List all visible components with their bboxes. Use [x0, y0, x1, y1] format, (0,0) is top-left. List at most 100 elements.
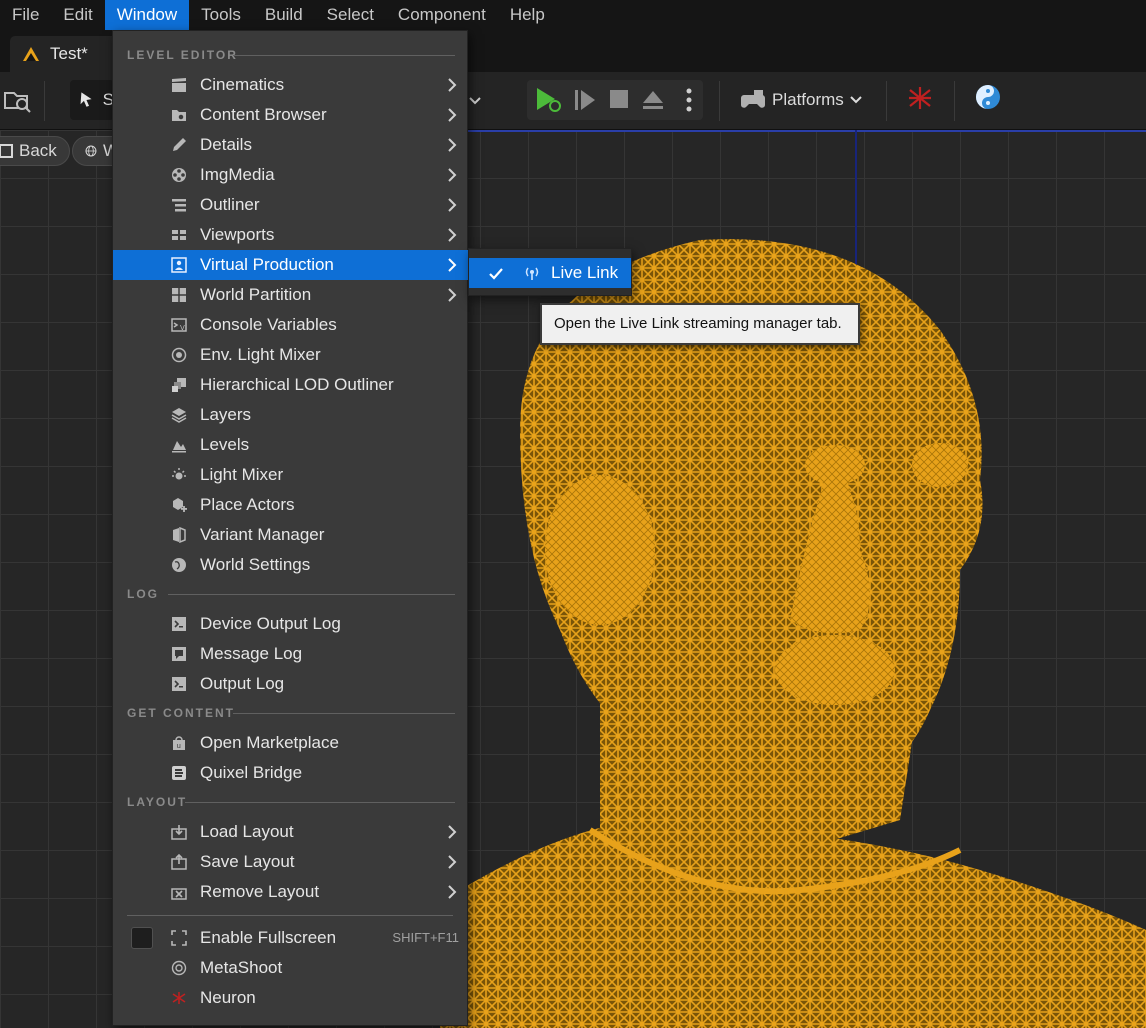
menu-item-message-log[interactable]: Message Log	[113, 639, 469, 669]
svg-text:V: V	[180, 324, 185, 332]
menu-item-light-mixer[interactable]: Light Mixer	[113, 460, 469, 490]
menu-item-device-output-log[interactable]: Device Output Log	[113, 609, 469, 639]
fullscreen-checkbox[interactable]	[131, 927, 153, 949]
mesh-mouth	[775, 635, 895, 705]
advance-frame-button[interactable]	[573, 88, 597, 112]
menu-item-quixel-bridge[interactable]: Quixel Bridge	[113, 758, 469, 788]
menu-item-place-actors[interactable]: Place Actors	[113, 490, 469, 520]
menu-divider	[127, 915, 453, 916]
menu-item-layers[interactable]: Layers	[113, 400, 469, 430]
eject-button[interactable]	[641, 88, 665, 112]
menu-file[interactable]: File	[0, 0, 51, 30]
menu-item-neuron[interactable]: Neuron	[113, 983, 469, 1013]
stop-icon	[610, 90, 628, 108]
menu-item-save-layout[interactable]: Save Layout	[113, 847, 469, 877]
live-link-icon	[525, 267, 539, 280]
chevron-right-icon	[448, 258, 457, 272]
globe-icon	[172, 558, 186, 572]
menu-item-cinematics[interactable]: Cinematics	[113, 70, 469, 100]
menu-item-remove-layout[interactable]: Remove Layout	[113, 877, 469, 907]
menu-item-label: Details	[200, 135, 252, 154]
menu-build[interactable]: Build	[253, 0, 315, 30]
menu-item-console-variables[interactable]: V Console Variables	[113, 310, 469, 340]
metashoot-toolbar-button[interactable]	[974, 83, 1002, 111]
mesh-eye	[912, 443, 968, 487]
select-mode-button[interactable]: S	[70, 80, 114, 120]
chevron-down-icon[interactable]	[468, 94, 482, 108]
virtual-production-icon	[171, 257, 187, 273]
menu-item-viewports[interactable]: Viewports	[113, 220, 469, 250]
chevron-right-icon	[448, 168, 457, 182]
menu-item-label: ImgMedia	[200, 165, 275, 184]
menu-item-virtual-production[interactable]: Virtual Production	[113, 250, 469, 280]
menu-item-imgmedia[interactable]: ImgMedia	[113, 160, 469, 190]
menu-item-label: Remove Layout	[200, 882, 320, 901]
menu-item-open-marketplace[interactable]: u Open Marketplace	[113, 728, 469, 758]
menu-window[interactable]: Window	[104, 0, 190, 30]
section-level-editor: LEVEL EDITOR	[113, 40, 469, 70]
section-layout: LAYOUT	[113, 787, 469, 817]
menu-item-output-log[interactable]: Output Log	[113, 669, 469, 699]
platforms-button[interactable]: Platforms	[740, 84, 870, 116]
menu-item-label: Outliner	[200, 195, 260, 214]
film-reel-icon	[172, 168, 186, 182]
svg-text:u: u	[177, 742, 181, 750]
variant-manager-icon	[173, 527, 186, 543]
step-forward-icon	[575, 90, 595, 110]
menu-tools[interactable]: Tools	[189, 0, 253, 30]
menu-item-content-browser[interactable]: Content Browser	[113, 100, 469, 130]
neuron-toolbar-button[interactable]	[906, 84, 934, 112]
menu-item-world-settings[interactable]: World Settings	[113, 550, 469, 580]
platforms-label: Platforms	[772, 90, 844, 109]
pencil-icon	[173, 138, 186, 151]
menu-item-details[interactable]: Details	[113, 130, 469, 160]
menu-item-world-partition[interactable]: World Partition	[113, 280, 469, 310]
viewport-grid-icon	[172, 230, 186, 240]
stop-button[interactable]	[609, 89, 629, 109]
menu-item-label: World Partition	[200, 285, 312, 304]
section-label: LEVEL EDITOR	[127, 48, 238, 62]
play-button[interactable]	[533, 84, 563, 114]
layers-icon	[171, 408, 187, 423]
section-divider	[233, 55, 455, 56]
menu-item-label: Viewports	[200, 225, 275, 244]
menu-item-label: World Settings	[200, 555, 311, 574]
message-log-icon	[172, 647, 186, 661]
menu-item-enable-fullscreen[interactable]: Enable Fullscreen SHIFT+F11	[113, 923, 469, 953]
submenu-item-live-link[interactable]: Live Link	[469, 258, 631, 288]
checkmark-icon	[489, 268, 503, 280]
menu-help[interactable]: Help	[498, 0, 557, 30]
live-link-tooltip: Open the Live Link streaming manager tab…	[540, 303, 860, 345]
chevron-right-icon	[448, 228, 457, 242]
menu-item-levels[interactable]: Levels	[113, 430, 469, 460]
menu-item-label: Light Mixer	[200, 465, 284, 484]
gamepad-icon	[741, 90, 765, 108]
menu-item-variant-manager[interactable]: Variant Manager	[113, 520, 469, 550]
window-menu: LEVEL EDITOR Cinematics Content Browser …	[112, 30, 469, 1026]
menu-item-label: Quixel Bridge	[200, 763, 303, 782]
menu-edit[interactable]: Edit	[51, 0, 104, 30]
menu-select[interactable]: Select	[315, 0, 386, 30]
menu-item-label: Device Output Log	[200, 614, 341, 633]
menu-item-metashoot[interactable]: MetaShoot	[113, 953, 469, 983]
menu-component[interactable]: Component	[386, 0, 498, 30]
toolbar-separator	[954, 81, 955, 121]
play-options-button[interactable]	[681, 86, 697, 114]
content-browser-button[interactable]	[2, 84, 34, 116]
menu-item-label: Console Variables	[200, 315, 337, 334]
menu-item-outliner[interactable]: Outliner	[113, 190, 469, 220]
metashoot-icon	[171, 960, 187, 976]
select-mode-icon	[80, 92, 92, 107]
menu-item-load-layout[interactable]: Load Layout	[113, 817, 469, 847]
place-actors-icon	[173, 498, 187, 512]
menu-item-env-light-mixer[interactable]: Env. Light Mixer	[113, 340, 469, 370]
menu-item-label: MetaShoot	[200, 958, 283, 977]
submenu-item-label: Live Link	[551, 263, 619, 282]
env-light-mixer-icon	[171, 347, 187, 363]
menu-item-label: Save Layout	[200, 852, 295, 871]
level-tab[interactable]: Test*	[10, 36, 122, 72]
chevron-right-icon	[448, 885, 457, 899]
menu-item-label: Variant Manager	[200, 525, 325, 544]
menu-item-hlod-outliner[interactable]: Hierarchical LOD Outliner	[113, 370, 469, 400]
folder-search-icon	[172, 110, 186, 121]
